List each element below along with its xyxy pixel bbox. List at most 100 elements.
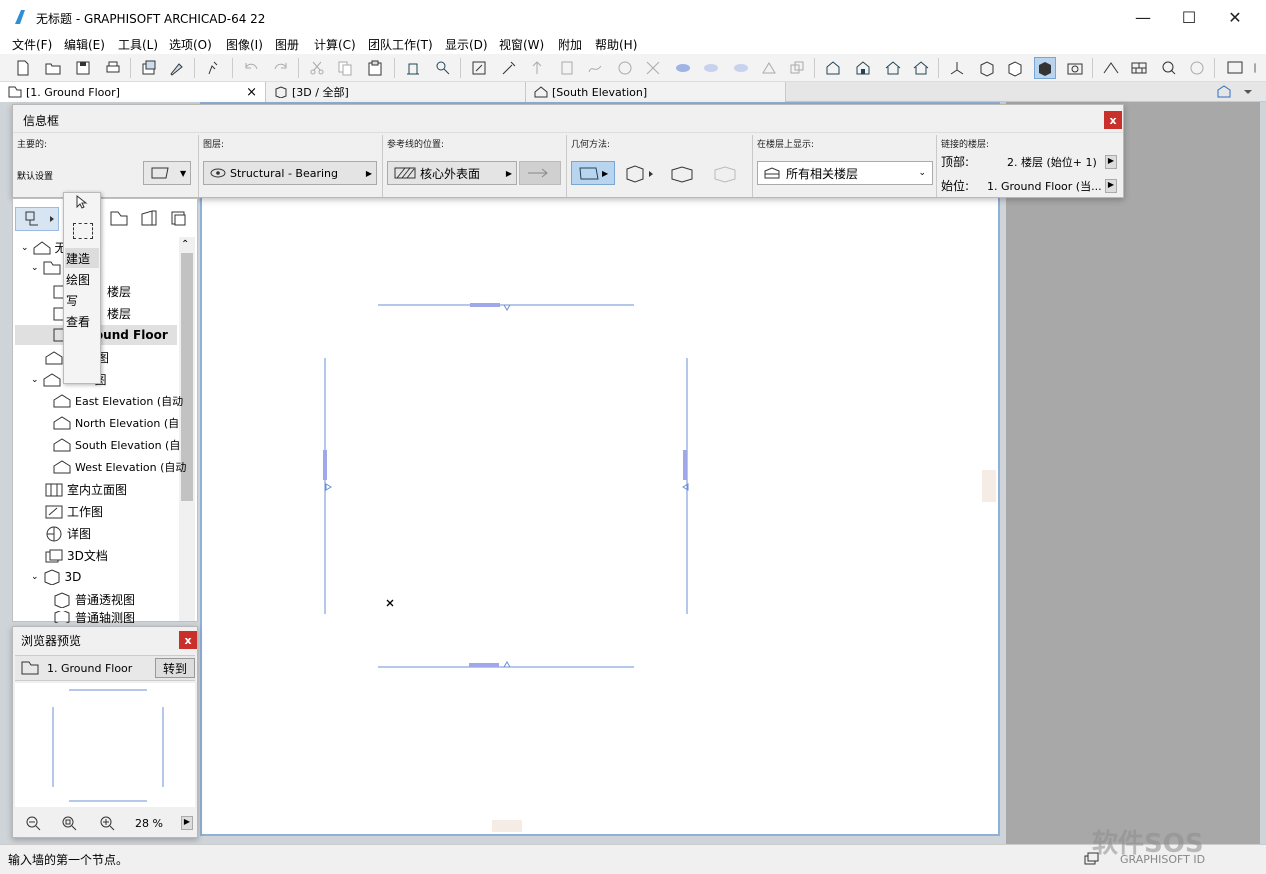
intersect-icon[interactable]: [730, 57, 752, 79]
subtract-icon[interactable]: [700, 57, 722, 79]
popup-design[interactable]: 建造: [66, 250, 90, 267]
zoom-arrow-icon[interactable]: ▶: [181, 816, 193, 830]
run-script-icon[interactable]: [202, 57, 224, 79]
top-floor-arrow-icon[interactable]: ▶: [1105, 155, 1117, 169]
geometry-box-button[interactable]: [669, 163, 695, 185]
popup-text[interactable]: 写: [66, 292, 78, 309]
toolbar-overflow-icon[interactable]: [1248, 57, 1262, 79]
tree-interior-elevations[interactable]: 室内立面图: [45, 481, 127, 498]
reference-line-selector[interactable]: 核心外表面 ▶: [387, 161, 517, 185]
preview-close-button[interactable]: x: [179, 631, 197, 649]
grid-shell-icon[interactable]: [614, 57, 636, 79]
find-select-icon[interactable]: [432, 57, 454, 79]
close-window-button[interactable]: ✕: [1212, 0, 1258, 34]
globe-icon[interactable]: [1186, 57, 1208, 79]
tree-root[interactable]: ⌄ 无: [21, 239, 67, 256]
menu-view[interactable]: 显示(D): [445, 36, 488, 53]
menu-calculate[interactable]: 计算(C): [314, 36, 356, 53]
geometry-straight-button[interactable]: ▶: [571, 161, 615, 185]
bottom-floor-arrow-icon[interactable]: ▶: [1105, 179, 1117, 193]
elevation-marker-icon[interactable]: [402, 57, 424, 79]
flip-reference-button[interactable]: [519, 161, 561, 185]
layer-selector[interactable]: Structural - Bearing ▶: [203, 161, 377, 185]
tree-details[interactable]: 详图: [45, 525, 91, 542]
trim-icon[interactable]: [642, 57, 664, 79]
new-file-icon[interactable]: [12, 57, 34, 79]
tab-south-elevation[interactable]: [South Elevation]: [526, 82, 786, 102]
minimize-button[interactable]: —: [1120, 0, 1166, 34]
cut-icon[interactable]: [306, 57, 328, 79]
camera-icon[interactable]: [1064, 57, 1086, 79]
popup-drafting[interactable]: 绘图: [66, 271, 90, 288]
tree-south-elevation[interactable]: South Elevation (自: [53, 437, 180, 453]
menu-teamwork[interactable]: 团队工作(T): [368, 36, 433, 53]
publish-icon[interactable]: [138, 57, 160, 79]
menu-addons[interactable]: 附加: [558, 36, 582, 53]
geometry-slanted-button[interactable]: [711, 163, 741, 185]
popup-view[interactable]: 查看: [66, 313, 90, 330]
house-icon[interactable]: [882, 57, 904, 79]
layout-icon[interactable]: [1224, 57, 1246, 79]
tree-perspective[interactable]: 普通透视图: [53, 591, 135, 608]
zoom-fit-icon[interactable]: [61, 815, 77, 831]
3d-solid-icon[interactable]: [1034, 57, 1056, 79]
menu-tools[interactable]: 工具(L): [118, 36, 158, 53]
floor-plan-canvas[interactable]: [200, 102, 1000, 836]
tree-east-elevation[interactable]: East Elevation (自动: [53, 393, 183, 409]
tab-ground-floor[interactable]: [1. Ground Floor] ×: [0, 82, 266, 102]
navigator-mode-button[interactable]: [15, 207, 59, 231]
tab-3d-all[interactable]: [3D / 全部]: [266, 82, 526, 102]
menu-edit[interactable]: 编辑(E): [64, 36, 105, 53]
scroll-up-icon[interactable]: ⌃: [181, 239, 189, 250]
show-on-floors-select[interactable]: 所有相关楼层 ⌄: [757, 161, 933, 185]
top-value[interactable]: 2. 楼层 (始位+ 1): [1007, 154, 1097, 170]
group-icon[interactable]: [786, 57, 808, 79]
menu-image[interactable]: 图像(I): [226, 36, 263, 53]
brush-icon[interactable]: [166, 57, 188, 79]
tree-worksheets[interactable]: 工作图: [45, 503, 103, 520]
house-outline-icon[interactable]: [910, 57, 932, 79]
merge-icon[interactable]: [758, 57, 780, 79]
render-search-icon[interactable]: [1158, 57, 1180, 79]
tree-3d-documents[interactable]: 3D文档: [45, 547, 108, 564]
info-box-close-button[interactable]: x: [1104, 111, 1122, 129]
menu-window[interactable]: 视窗(W): [499, 36, 544, 53]
tab-close-icon[interactable]: ×: [246, 85, 257, 100]
maximize-button[interactable]: ☐: [1166, 0, 1212, 34]
open-file-icon[interactable]: [42, 57, 64, 79]
fit-window-icon[interactable]: [468, 57, 490, 79]
menu-help[interactable]: 帮助(H): [595, 36, 637, 53]
menu-options[interactable]: 选项(O): [169, 36, 212, 53]
tree-stories-folder[interactable]: ⌄: [31, 261, 61, 275]
paste-icon[interactable]: [364, 57, 386, 79]
save-icon[interactable]: [72, 57, 94, 79]
copy-icon[interactable]: [334, 57, 356, 79]
curve-icon[interactable]: [584, 57, 606, 79]
section-icon[interactable]: [852, 57, 874, 79]
redo-icon[interactable]: [270, 57, 292, 79]
undo-icon[interactable]: [240, 57, 262, 79]
menu-book[interactable]: 图册: [275, 36, 299, 53]
floor-plan-icon[interactable]: [822, 57, 844, 79]
marquee-tool-icon[interactable]: [73, 223, 93, 239]
view-map-icon[interactable]: [109, 209, 131, 229]
3d-window-icon[interactable]: [1004, 57, 1026, 79]
arrow-tool-icon[interactable]: [75, 194, 89, 212]
publisher-sets-icon[interactable]: [169, 209, 191, 229]
goto-button[interactable]: 转到: [155, 658, 195, 678]
zoom-out-icon[interactable]: [25, 815, 41, 831]
wall-brick-icon[interactable]: [1128, 57, 1150, 79]
tree-north-elevation[interactable]: North Elevation (自: [53, 415, 179, 431]
tree-3d-folder[interactable]: ⌄ 3D: [31, 569, 81, 585]
3d-view-icon[interactable]: [976, 57, 998, 79]
3d-axis-icon[interactable]: [946, 57, 968, 79]
bottom-value[interactable]: 1. Ground Floor (当...: [987, 178, 1102, 194]
union-icon[interactable]: [672, 57, 694, 79]
layout-book-icon[interactable]: [139, 209, 161, 229]
settings-dialog-button[interactable]: ▼: [143, 161, 191, 185]
document-icon[interactable]: [556, 57, 578, 79]
tree-axonometry[interactable]: 普通轴测图: [53, 611, 135, 623]
tab-navigator-icon[interactable]: [1214, 84, 1258, 100]
menu-file[interactable]: 文件(F): [12, 36, 52, 53]
zoom-in-icon[interactable]: [99, 815, 115, 831]
